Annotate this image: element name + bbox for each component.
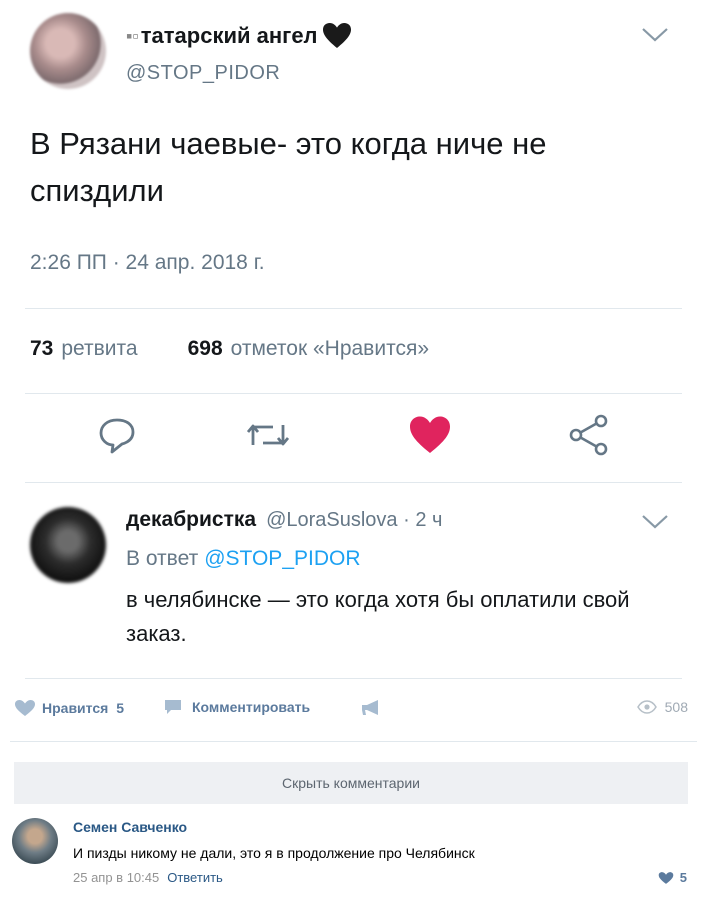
- likes-stat[interactable]: 698 отметок «Нравится»: [188, 337, 429, 361]
- author-name[interactable]: татарский ангел: [141, 23, 318, 49]
- tweet-actions: [0, 407, 707, 467]
- reply-to-handle[interactable]: @STOP_PIDOR: [204, 547, 360, 570]
- divider: [25, 482, 682, 483]
- comment-text: И пизды никому не дали, это я в продолже…: [73, 845, 475, 861]
- comment-avatar[interactable]: [12, 818, 58, 864]
- black-heart-icon: [322, 22, 352, 50]
- main-tweet: ▪▫ татарский ангел @STOP_PIDOR В Рязани …: [0, 0, 707, 488]
- megaphone-icon: [362, 700, 378, 715]
- reply-avatar[interactable]: [30, 507, 106, 583]
- chevron-down-icon[interactable]: [640, 25, 670, 45]
- vk-views: 508: [636, 699, 688, 715]
- eye-icon: [636, 700, 657, 714]
- vk-views-count: 508: [664, 699, 688, 715]
- reply-author-name[interactable]: декабристка: [126, 508, 256, 532]
- heart-icon: [658, 871, 674, 884]
- share-icon[interactable]: [561, 407, 617, 463]
- author-handle[interactable]: @STOP_PIDOR: [126, 62, 280, 85]
- avatar[interactable]: [30, 13, 106, 89]
- like-heart-icon[interactable]: [402, 407, 458, 463]
- reply-to-label: В ответ: [126, 547, 199, 570]
- comment-reply-button[interactable]: Ответить: [167, 870, 223, 885]
- reply-author-handle[interactable]: @LoraSuslova · 2 ч: [266, 509, 442, 532]
- tweet-stats: 73 ретвита 698 отметок «Нравится»: [30, 337, 429, 361]
- retweets-stat[interactable]: 73 ретвита: [30, 337, 138, 361]
- divider: [25, 393, 682, 394]
- vk-like-button[interactable]: Нравится 5: [14, 699, 124, 717]
- vk-post-actions: Нравится 5 Комментировать 508: [10, 695, 700, 725]
- comment-meta: 25 апр в 10:45 Ответить: [73, 870, 223, 885]
- retweets-count: 73: [30, 337, 54, 360]
- comment-icon: [165, 700, 181, 714]
- vk-like-label: Нравится: [42, 700, 109, 716]
- comment-author[interactable]: Семен Савченко: [73, 819, 187, 835]
- vk-comment-button[interactable]: Комментировать: [164, 699, 310, 715]
- reply-text: в челябинске — это когда хотя бы оплатил…: [126, 587, 630, 646]
- retweets-label: ретвита: [61, 337, 138, 360]
- divider: [25, 308, 682, 309]
- heart-icon: [15, 700, 35, 716]
- divider: [25, 678, 682, 679]
- divider: [10, 741, 697, 742]
- vk-share-button[interactable]: [360, 699, 382, 717]
- vk-like-count: 5: [116, 700, 125, 716]
- reply-icon[interactable]: [89, 407, 145, 463]
- comment-like-count: 5: [679, 870, 687, 885]
- hide-comments-button[interactable]: Скрыть комментарии: [14, 762, 688, 804]
- comment-date[interactable]: 25 апр в 10:45: [73, 870, 159, 885]
- chevron-down-icon[interactable]: [640, 512, 670, 532]
- author-name-row[interactable]: ▪▫ татарский ангел: [126, 22, 352, 50]
- reply-header: декабристка @LoraSuslova · 2 ч: [126, 508, 442, 532]
- vk-comment-label: Комментировать: [192, 699, 311, 715]
- tweet-text: В Рязани чаевые- это когда ниче не спизд…: [30, 126, 547, 208]
- retweet-icon[interactable]: [240, 407, 296, 463]
- likes-count: 698: [187, 337, 223, 360]
- likes-label: отметок «Нравится»: [230, 337, 430, 360]
- name-prefix: ▪▫: [126, 25, 139, 46]
- tweet-timestamp[interactable]: 2:26 ПП · 24 апр. 2018 г.: [30, 251, 265, 275]
- reply-to-line: В ответ @STOP_PIDOR: [126, 547, 361, 571]
- comment-like-button[interactable]: 5: [658, 870, 687, 885]
